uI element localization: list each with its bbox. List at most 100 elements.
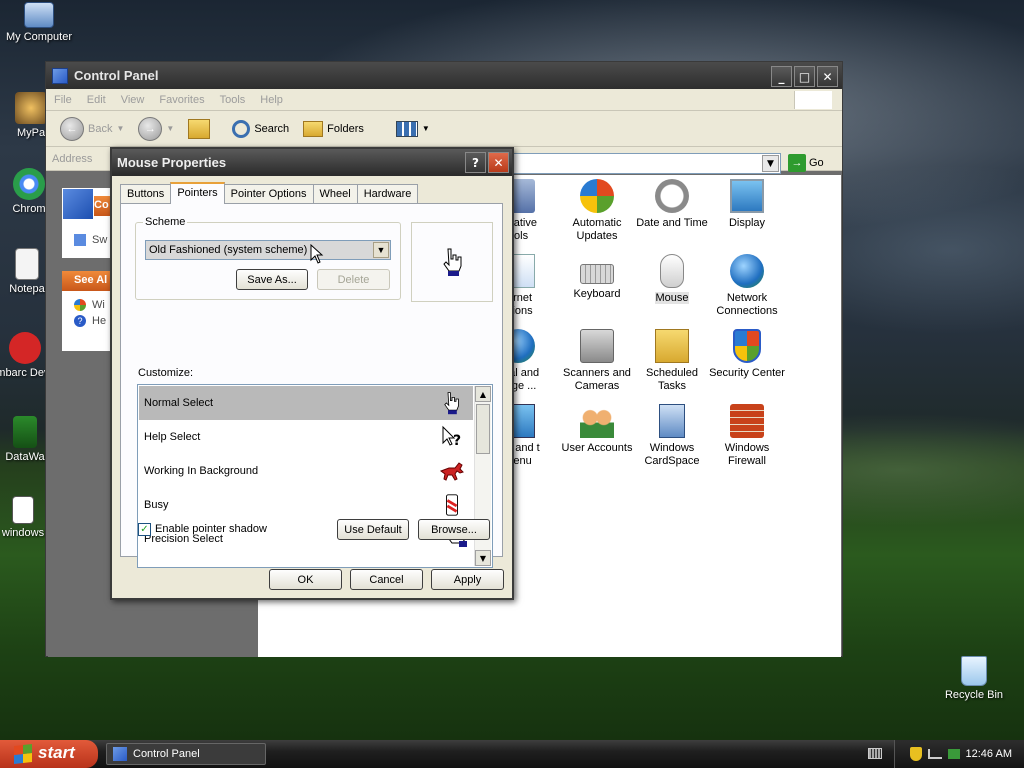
cp-item-automatic-updates[interactable]: Automatic Updates [558, 179, 636, 243]
menu-edit[interactable]: Edit [87, 94, 106, 106]
see-also-item[interactable]: ? He [74, 315, 110, 327]
automatic-updates-icon [580, 179, 614, 213]
maximize-button[interactable]: □ [794, 66, 815, 87]
tab-wheel[interactable]: Wheel [312, 184, 358, 204]
tab-pointers[interactable]: Pointers [170, 182, 225, 204]
up-folder-button[interactable] [184, 117, 214, 141]
menu-file[interactable]: File [54, 94, 72, 106]
see-also-item[interactable]: Wi [74, 299, 110, 311]
scroll-up-icon[interactable]: ▲ [475, 386, 491, 402]
menu-tools[interactable]: Tools [220, 94, 246, 106]
back-button[interactable]: ← Back ▼ [56, 115, 128, 143]
windows-logo-icon [794, 91, 832, 109]
taskbar-item-control-panel[interactable]: Control Panel [106, 743, 266, 765]
network-icon[interactable] [927, 749, 942, 759]
address-dropdown-button[interactable]: ▼ [762, 155, 779, 172]
cp-item-display[interactable]: Display [708, 179, 786, 230]
cp-item-scheduled-tasks[interactable]: Scheduled Tasks [633, 329, 711, 393]
desktop-icon-my-computer[interactable]: My Computer [0, 2, 78, 44]
pointer-preview [411, 222, 493, 302]
display-icon [730, 179, 764, 213]
cp-item-user-accounts[interactable]: User Accounts [558, 404, 636, 455]
network-icon [730, 254, 764, 288]
cancel-button[interactable]: Cancel [350, 569, 423, 590]
pointer-row-normal-select[interactable]: Normal Select [139, 386, 473, 420]
clock[interactable]: 12:46 AM [966, 748, 1012, 760]
cp-item-network-connections[interactable]: Network Connections [708, 254, 786, 318]
system-tray: 12:46 AM [894, 740, 1024, 768]
cp-item-scanners-cameras[interactable]: Scanners and Cameras [558, 329, 636, 393]
scheme-select[interactable]: Old Fashioned (system scheme) ▼ [145, 240, 391, 260]
dialog-close-button[interactable]: ✕ [488, 152, 509, 173]
chevron-down-icon[interactable]: ▼ [373, 242, 389, 258]
menu-bar: File Edit View Favorites Tools Help [46, 89, 842, 111]
see-also-box: See Al Wi ? He [62, 271, 110, 351]
switch-view-link[interactable]: Sw [74, 234, 107, 246]
datawa-icon [13, 416, 37, 448]
cp-item-mouse[interactable]: Mouse [633, 254, 711, 305]
cp-item-windows-cardspace[interactable]: Windows CardSpace [633, 404, 711, 468]
tab-buttons[interactable]: Buttons [120, 184, 172, 204]
chevron-down-icon: ▼ [116, 124, 125, 133]
menu-favorites[interactable]: Favorites [159, 94, 204, 106]
browse-button[interactable]: Browse... [418, 519, 490, 540]
control-panel-icon [52, 67, 68, 84]
save-as-button[interactable]: Save As... [236, 269, 308, 290]
views-icon [395, 120, 418, 137]
chevron-down-icon: ▼ [166, 124, 175, 133]
window-title: Control Panel [74, 68, 159, 83]
security-center-icon [733, 329, 761, 363]
enable-pointer-shadow-label: Enable pointer shadow [155, 523, 267, 535]
chevron-down-icon: ▼ [421, 124, 430, 133]
enable-pointer-shadow-checkbox[interactable]: ✓ [138, 523, 151, 536]
start-button[interactable]: start [0, 740, 98, 768]
ok-button[interactable]: OK [269, 569, 342, 590]
search-button[interactable]: Search [228, 118, 293, 140]
keyboard-icon [580, 264, 614, 284]
security-shield-icon[interactable] [909, 747, 922, 761]
go-button[interactable]: → Go [788, 154, 824, 172]
scheme-group: Scheme Old Fashioned (system scheme) ▼ S… [135, 216, 401, 300]
scroll-down-icon[interactable]: ▼ [475, 550, 491, 566]
control-panel-header-icon [62, 188, 94, 220]
see-also-header: See Al [62, 271, 110, 291]
help-icon: ? [74, 315, 86, 327]
cp-item-date-time[interactable]: Date and Time [633, 179, 711, 230]
help-button[interactable]: ? [465, 152, 486, 173]
hand-cursor-icon [444, 392, 459, 415]
tab-pointer-options[interactable]: Pointer Options [223, 184, 314, 204]
cp-item-security-center[interactable]: Security Center [708, 329, 786, 380]
user-accounts-icon [580, 404, 614, 438]
scroll-thumb[interactable] [476, 404, 490, 454]
close-button[interactable]: ✕ [817, 66, 838, 87]
address-input[interactable]: ▼ [511, 153, 781, 174]
keyboard-indicator-icon[interactable] [868, 748, 882, 759]
forward-button[interactable]: → ▼ [134, 115, 178, 143]
dialog-titlebar[interactable]: Mouse Properties [112, 149, 512, 176]
folders-button[interactable]: Folders [299, 119, 368, 139]
control-panel-titlebar[interactable]: Control Panel _ □ ✕ [46, 62, 842, 89]
pointer-row-busy[interactable]: Busy [139, 488, 473, 522]
tab-strip: Buttons Pointers Pointer Options Wheel H… [120, 182, 419, 204]
cp-item-keyboard[interactable]: Keyboard [558, 254, 636, 301]
pointer-row-working-in-background[interactable]: Working In Background [139, 454, 473, 488]
help-cursor-icon: ? [442, 425, 461, 449]
folders-icon [303, 120, 324, 137]
use-default-button[interactable]: Use Default [337, 519, 409, 540]
menu-view[interactable]: View [121, 94, 145, 106]
task-header: Co [94, 196, 110, 216]
tab-hardware[interactable]: Hardware [356, 184, 419, 204]
pointer-row-help-select[interactable]: Help Select ? [139, 420, 473, 454]
embarcadero-icon [9, 332, 41, 364]
apply-button[interactable]: Apply [431, 569, 504, 590]
minimize-button[interactable]: _ [771, 66, 792, 87]
desktop-icon-recycle-bin[interactable]: Recycle Bin [935, 656, 1013, 702]
safely-remove-icon[interactable] [947, 749, 960, 759]
back-label: Back [88, 122, 113, 135]
views-button[interactable]: ▼ [392, 119, 434, 139]
cp-item-windows-firewall[interactable]: Windows Firewall [708, 404, 786, 468]
busy-cursor-icon [446, 494, 458, 516]
menu-help[interactable]: Help [260, 94, 283, 106]
delete-button[interactable]: Delete [317, 269, 390, 290]
app-shortcut-icon [15, 92, 47, 124]
